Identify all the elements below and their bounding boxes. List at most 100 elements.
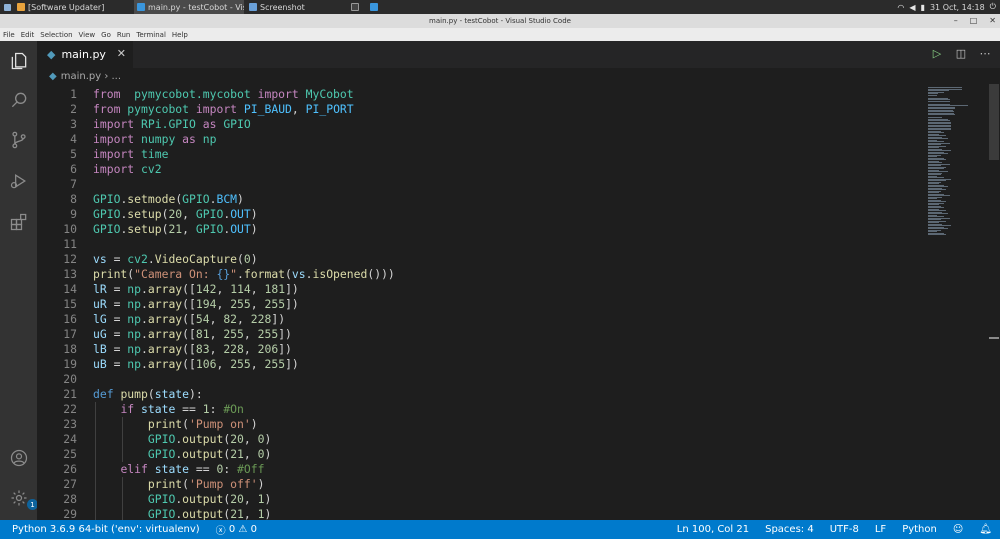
line-number: 8 [70,192,77,206]
search-icon[interactable] [8,89,29,110]
code-line[interactable]: print('Pump off') [93,477,265,492]
taskbar-launcher-vscode[interactable] [367,0,384,14]
maximize-icon[interactable]: □ [970,16,978,25]
python-file-icon: ◆ [49,70,57,82]
line-number: 12 [63,252,77,266]
breadcrumb-symbols[interactable]: ... [112,71,122,82]
volume-icon[interactable]: ◀ [909,3,915,12]
battery-icon[interactable]: ▮ [921,3,925,12]
code-line[interactable]: print('Pump on') [93,417,258,432]
code-line[interactable]: GPIO.output(21, 0) [93,447,271,462]
editor-scrollbar[interactable] [988,84,1000,520]
status-bar: Python 3.6.9 64-bit ('env': virtualenv) … [0,520,1000,539]
warning-icon: ⚠ [235,524,251,535]
code-line[interactable]: import time [93,147,168,162]
more-actions-icon[interactable]: ⋯ [978,46,992,60]
code-line[interactable]: lB = np.array([83, 228, 206]) [93,342,292,357]
os-taskbar: [Software Updater] main.py - testCobot -… [0,0,1000,14]
gear-icon[interactable]: 1 [8,487,38,510]
menu-edit[interactable]: Edit [21,31,35,39]
account-icon[interactable] [8,447,29,468]
task-label: Screenshot [260,2,305,12]
code-line[interactable]: if state == 1: #On [93,402,243,417]
code-line[interactable]: def pump(state): [93,387,203,402]
scrollbar-thumb[interactable] [989,84,999,160]
encoding[interactable]: UTF-8 [822,524,867,535]
clock[interactable]: 31 Oct, 14:18 [930,3,985,12]
extensions-icon[interactable] [8,211,29,232]
code-line[interactable]: import RPi.GPIO as GPIO [93,117,251,132]
updater-app-icon [17,3,25,11]
menu-file[interactable]: File [3,31,15,39]
code-line[interactable]: GPIO.setup(21, GPIO.OUT) [93,222,258,237]
close-icon[interactable]: ✕ [117,47,126,60]
line-number: 15 [63,297,77,311]
code-line[interactable]: from pymycobot.mycobot import MyCobot [93,87,354,102]
minimap-line [928,94,937,96]
menu-view[interactable]: View [79,31,96,39]
code-line[interactable]: from pymycobot import PI_BAUD, PI_PORT [93,102,354,117]
code-line[interactable]: uB = np.array([106, 255, 255]) [93,357,299,372]
run-file-icon[interactable]: ▷ [930,46,944,60]
menu-help[interactable]: Help [172,31,188,39]
indentation[interactable]: Spaces: 4 [757,524,822,535]
language-mode[interactable]: Python [894,524,945,535]
end-of-line[interactable]: LF [867,524,894,535]
wifi-icon[interactable]: ◠ [897,3,904,12]
power-icon[interactable]: ⏻ [990,2,996,12]
notifications-icon[interactable]: 🔔︎ [971,524,1000,535]
start-menu-button[interactable] [0,0,14,14]
line-number: 25 [63,447,77,461]
code-line[interactable]: vs = cv2.VideoCapture(0) [93,252,258,267]
code-line[interactable]: import cv2 [93,162,162,177]
breadcrumb-file[interactable]: main.py [61,71,101,82]
taskbar-task-software-updater[interactable]: [Software Updater] [14,0,132,14]
code-line[interactable]: elif state == 0: #Off [93,462,264,477]
line-number: 20 [63,372,77,386]
minimize-icon[interactable]: – [954,16,958,25]
line-number: 19 [63,357,77,371]
code-line[interactable]: GPIO.output(20, 1) [93,492,271,507]
code-line[interactable]: lG = np.array([54, 82, 228]) [93,312,285,327]
line-number: 2 [70,102,77,116]
line-number: 13 [63,267,77,281]
code-line[interactable]: GPIO.setup(20, GPIO.OUT) [93,207,258,222]
line-number: 3 [70,117,77,131]
code-line[interactable]: GPIO.output(20, 0) [93,432,271,447]
problems-indicator[interactable]: ⓧ 0 ⚠ 0 [208,522,265,537]
code-line[interactable]: uG = np.array([81, 255, 255]) [93,327,292,342]
code-editor[interactable]: 1 2 3 4 5 6 7 8 9 10 11 12 13 14 15 16 17 18 19 20 21 22 23 24 2… [37,84,987,520]
menu-terminal[interactable]: Terminal [136,31,166,39]
run-debug-icon[interactable] [8,170,29,191]
line-number: 27 [63,477,77,491]
line-number: 1 [70,87,77,101]
taskbar-task-screenshot[interactable]: Screenshot [246,0,316,14]
minimap-line [928,114,955,115]
code-line[interactable]: uR = np.array([194, 255, 255]) [93,297,299,312]
split-editor-icon[interactable]: ◫ [954,46,968,60]
taskbar-task-vscode[interactable]: main.py - testCobot - Visual S... [134,0,244,14]
menu-selection[interactable]: Selection [40,31,72,39]
python-interpreter[interactable]: Python 3.6.9 64-bit ('env': virtualenv) [0,524,208,535]
window-title: main.py - testCobot - Visual Studio Code [429,17,571,25]
menu-run[interactable]: Run [117,31,130,39]
screenshot-app-icon [249,3,257,11]
close-window-icon[interactable]: ✕ [989,16,996,25]
code-line[interactable]: lR = np.array([142, 114, 181]) [93,282,299,297]
code-line[interactable]: GPIO.output(21, 1) [93,507,271,520]
tab-main-py[interactable]: ◆ main.py ✕ [37,41,133,68]
feedback-icon[interactable]: ☺ [945,524,971,535]
code-line[interactable]: GPIO.setmode(GPIO.BCM) [93,192,244,207]
taskbar-launcher-terminal[interactable] [348,0,365,14]
indent-guide [122,477,123,520]
files-icon[interactable] [8,50,29,71]
code-line[interactable]: print("Camera On: {}".format(vs.isOpened… [93,267,395,282]
cursor-position[interactable]: Ln 100, Col 21 [669,524,757,535]
overview-ruler-cursor-mark [989,337,999,339]
code-line[interactable]: import numpy as np [93,132,216,147]
terminal-app-icon [351,3,359,11]
menu-go[interactable]: Go [101,31,111,39]
tab-label: main.py [61,48,106,61]
minimap[interactable] [926,84,988,244]
source-control-icon[interactable] [8,129,29,150]
